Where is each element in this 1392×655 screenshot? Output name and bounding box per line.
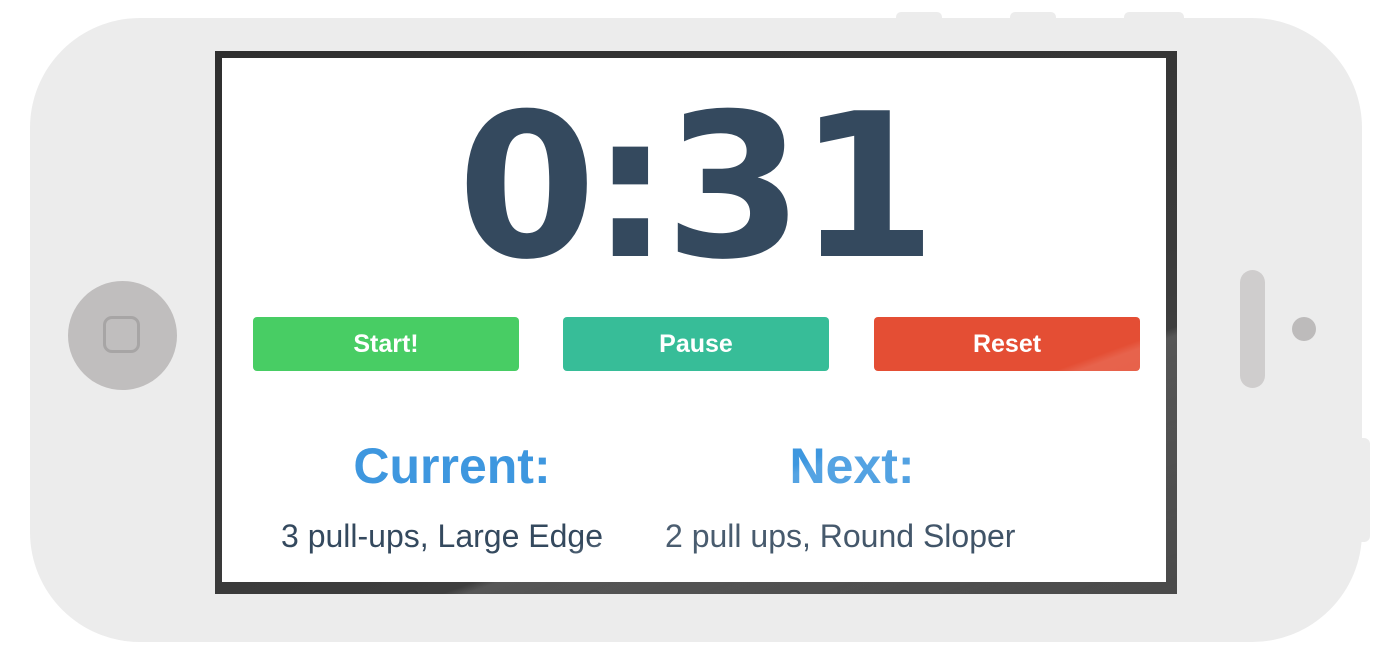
side-button xyxy=(1356,438,1370,542)
start-button[interactable]: Start! xyxy=(253,317,519,371)
next-exercise: 2 pull ups, Round Sloper xyxy=(665,518,1016,554)
device-mockup: 0:31 Start! Pause Reset Current: Next: 3… xyxy=(0,0,1392,655)
home-button-icon xyxy=(68,281,177,390)
current-heading: Current: xyxy=(353,438,551,494)
camera-icon xyxy=(1292,317,1316,341)
home-square-icon xyxy=(103,316,140,353)
speaker-icon xyxy=(1240,270,1265,388)
timer-display: 0:31 xyxy=(457,71,936,304)
pause-button[interactable]: Pause xyxy=(563,317,829,371)
next-heading: Next: xyxy=(789,438,915,494)
current-exercise: 3 pull-ups, Large Edge xyxy=(281,518,603,554)
reset-button[interactable]: Reset xyxy=(874,317,1140,371)
app-screen: 0:31 Start! Pause Reset Current: Next: 3… xyxy=(222,58,1166,582)
